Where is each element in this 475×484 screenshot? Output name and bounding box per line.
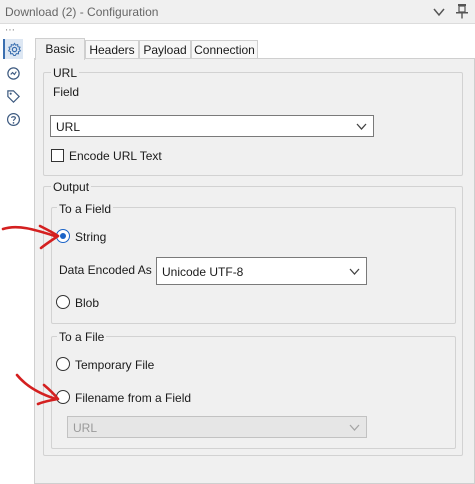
configuration-gear-icon[interactable] [3, 39, 23, 59]
help-icon[interactable] [3, 109, 23, 129]
window-title: Download (2) - Configuration [5, 5, 159, 19]
pin-icon[interactable] [455, 3, 469, 19]
blob-label: Blob [75, 296, 100, 310]
tab-basic[interactable]: Basic [35, 38, 85, 60]
url-group-legend: URL [51, 66, 80, 80]
chevron-down-icon[interactable] [432, 5, 446, 19]
encode-url-checkbox[interactable] [51, 149, 64, 162]
filename-from-field-label: Filename from a Field [75, 391, 192, 405]
tag-icon[interactable] [3, 86, 23, 106]
output-group-legend: Output [51, 180, 92, 194]
annotation-refresh-icon[interactable] [3, 63, 23, 83]
tab-headers[interactable]: Headers [85, 40, 139, 59]
chevron-down-icon [349, 424, 360, 431]
url-field-value: URL [56, 120, 81, 134]
string-label: String [75, 230, 107, 244]
red-annotation-arrow-icon [15, 373, 60, 406]
encode-url-label: Encode URL Text [69, 149, 162, 163]
encoding-dropdown[interactable]: Unicode UTF-8 [156, 257, 367, 285]
filename-field-value: URL [73, 421, 98, 435]
red-annotation-arrow-icon [1, 224, 60, 250]
url-field-label: Field [53, 85, 80, 99]
to-a-field-legend: To a Field [57, 202, 114, 216]
tab-payload[interactable]: Payload [139, 40, 191, 59]
chevron-down-icon [349, 268, 360, 275]
url-field-dropdown[interactable]: URL [50, 115, 374, 137]
to-a-file-legend: To a File [57, 330, 107, 344]
tab-connection[interactable]: Connection [191, 40, 258, 59]
blob-radio[interactable] [56, 295, 70, 309]
title-bar: Download (2) - Configuration [0, 0, 475, 24]
chevron-down-icon [356, 123, 367, 130]
encoding-value: Unicode UTF-8 [162, 265, 244, 279]
temporary-file-label: Temporary File [75, 358, 155, 372]
drag-handle-icon: ⋯ [5, 25, 16, 36]
data-encoded-as-label: Data Encoded As [59, 263, 152, 277]
temporary-file-radio[interactable] [56, 357, 70, 371]
filename-field-dropdown[interactable]: URL [67, 416, 367, 438]
